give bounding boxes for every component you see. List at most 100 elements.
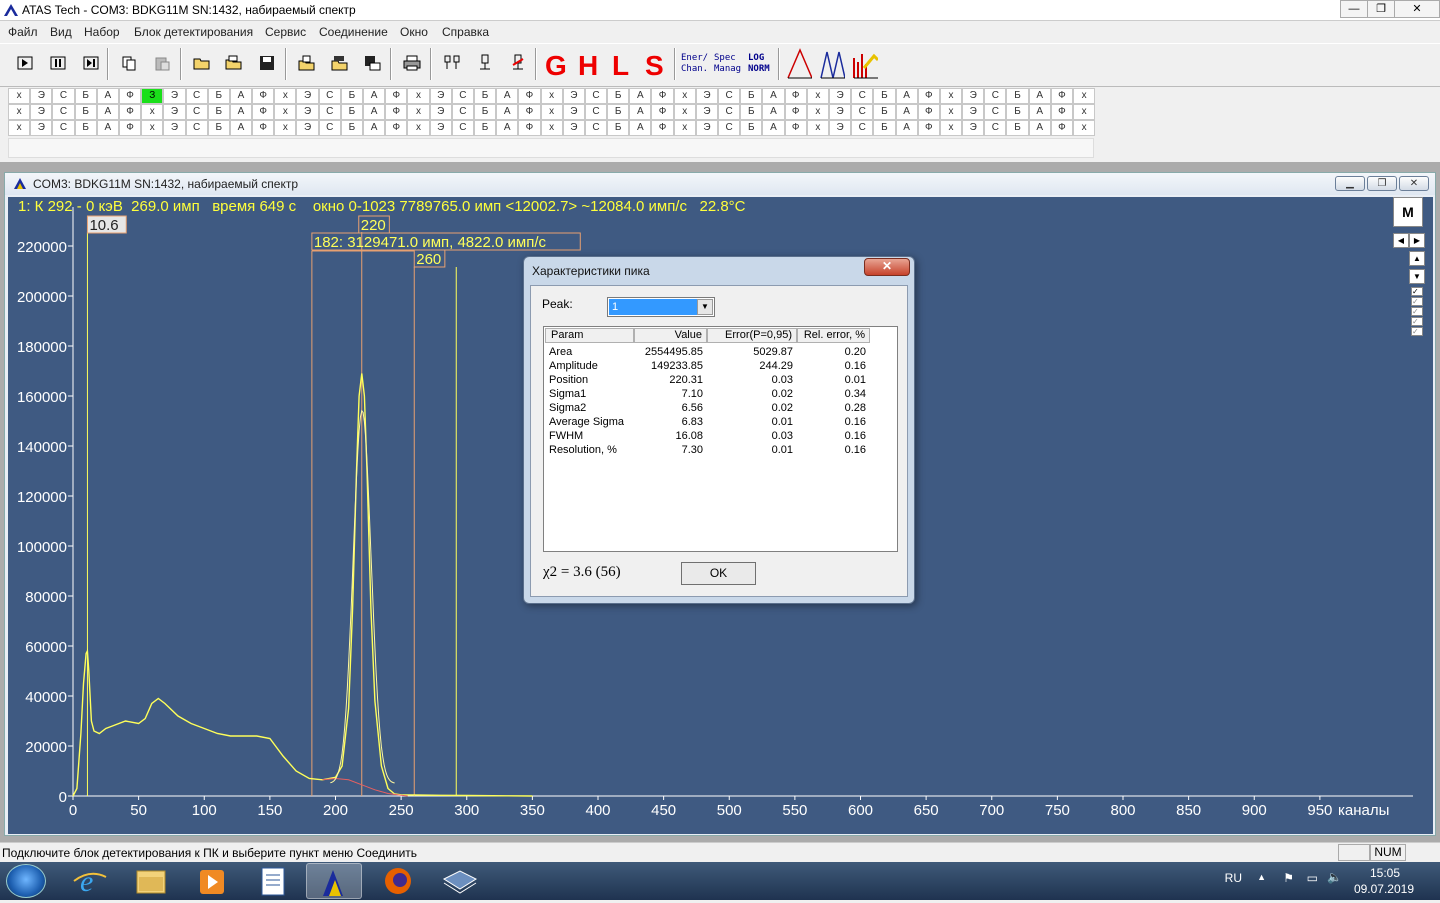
- scroll-up-icon[interactable]: ▲: [1409, 251, 1425, 266]
- grid-cell[interactable]: С: [451, 120, 474, 136]
- scroll-right-icon[interactable]: ▶: [1409, 233, 1425, 248]
- grid-cell[interactable]: Э: [296, 88, 319, 104]
- grid-cell[interactable]: А: [895, 88, 918, 104]
- ener-chan-button[interactable]: Ener/Chan.: [681, 53, 708, 75]
- chevron-down-icon[interactable]: ▼: [697, 299, 713, 315]
- grid-cell[interactable]: Ф: [1050, 104, 1073, 120]
- grid-cell[interactable]: Ф: [784, 88, 807, 104]
- grid-cell[interactable]: Э: [429, 104, 452, 120]
- grid-cell[interactable]: Э: [828, 120, 852, 136]
- detector-icon[interactable]: [474, 52, 496, 74]
- pause-icon[interactable]: [47, 52, 69, 74]
- g-button[interactable]: G: [545, 50, 567, 82]
- grid-cell[interactable]: Э: [429, 88, 452, 104]
- app-icon-extra[interactable]: [432, 863, 488, 899]
- grid-cell[interactable]: С: [718, 88, 741, 104]
- grid-cell[interactable]: Б: [607, 88, 630, 104]
- grid-cell[interactable]: Э: [695, 88, 718, 104]
- grid-cell[interactable]: Ф: [917, 104, 940, 120]
- grid-cell[interactable]: Б: [873, 88, 896, 104]
- child-close-button[interactable]: ✕: [1399, 176, 1429, 191]
- grid-cell[interactable]: Э: [828, 88, 852, 104]
- grid-cell[interactable]: С: [984, 88, 1007, 104]
- grid-cell[interactable]: х: [1073, 88, 1096, 104]
- grid-cell[interactable]: С: [584, 104, 608, 120]
- grid-cell[interactable]: Э: [163, 88, 186, 104]
- grid-cell[interactable]: С: [851, 88, 874, 104]
- grid-cell[interactable]: Ф: [518, 88, 541, 104]
- atas-app-icon[interactable]: [306, 863, 362, 899]
- grid-cell[interactable]: А: [496, 120, 519, 136]
- child-restore-button[interactable]: ❐: [1367, 176, 1397, 191]
- grid-cell[interactable]: Б: [740, 88, 763, 104]
- grid-cell[interactable]: А: [229, 120, 253, 136]
- grid-cell[interactable]: А: [229, 104, 253, 120]
- grid-cell[interactable]: Э: [962, 104, 985, 120]
- grid-cell[interactable]: Э: [429, 120, 452, 136]
- grid-cell[interactable]: х: [806, 120, 829, 136]
- open-folder-icon[interactable]: [191, 52, 213, 74]
- grid-cell[interactable]: Б: [873, 104, 896, 120]
- grid-cell[interactable]: А: [895, 120, 918, 136]
- grid-cell[interactable]: С: [451, 88, 474, 104]
- scroll-left-icon[interactable]: ◀: [1393, 233, 1409, 248]
- show-hidden-icons-icon[interactable]: ▲: [1257, 872, 1266, 882]
- grid-cell[interactable]: С: [451, 104, 474, 120]
- grid-cell[interactable]: С: [718, 120, 741, 136]
- media-player-icon[interactable]: [184, 863, 240, 899]
- grid-cell[interactable]: х: [141, 120, 164, 136]
- menu-acquire[interactable]: Набор: [84, 25, 120, 39]
- grid-cell[interactable]: Э: [695, 120, 718, 136]
- spec-manag-button[interactable]: Spec Manag: [714, 53, 741, 75]
- ok-button[interactable]: OK: [681, 562, 756, 585]
- grid-cell[interactable]: С: [584, 120, 608, 136]
- print-icon[interactable]: [401, 52, 423, 74]
- step-icon[interactable]: [80, 52, 102, 74]
- grid-cell[interactable]: Ф: [385, 104, 408, 120]
- detector-disconnect-icon[interactable]: [507, 52, 529, 74]
- grid-cell[interactable]: Ф: [252, 88, 275, 104]
- s-button[interactable]: S: [645, 50, 664, 82]
- import2-icon[interactable]: [329, 52, 351, 74]
- grid-cell[interactable]: Ф: [651, 120, 674, 136]
- h-button[interactable]: H: [578, 50, 598, 82]
- grid-cell[interactable]: Б: [340, 88, 363, 104]
- grid-cell[interactable]: Э: [562, 104, 585, 120]
- multi-peak-icon[interactable]: [818, 48, 846, 80]
- col-param[interactable]: Param: [545, 328, 634, 343]
- grid-cell[interactable]: А: [895, 104, 918, 120]
- grid-cell[interactable]: А: [629, 88, 652, 104]
- export-icon[interactable]: [362, 52, 384, 74]
- start-button[interactable]: [6, 864, 46, 898]
- grid-cell[interactable]: Б: [74, 88, 97, 104]
- grid-cell[interactable]: Ф: [1050, 88, 1073, 104]
- grid-cell[interactable]: Ф: [252, 104, 275, 120]
- grid-cell[interactable]: Э: [562, 120, 585, 136]
- grid-cell[interactable]: х: [274, 88, 297, 104]
- peak-select[interactable]: 1 ▼: [607, 297, 715, 317]
- grid-cell[interactable]: Б: [207, 104, 230, 120]
- check-icon[interactable]: ✓: [1411, 327, 1423, 336]
- grid-cell[interactable]: А: [762, 88, 785, 104]
- grid-cell[interactable]: Ф: [252, 120, 275, 136]
- minimize-button[interactable]: —: [1340, 0, 1368, 18]
- volume-icon[interactable]: 🔈: [1327, 870, 1342, 884]
- grid-cell[interactable]: х: [141, 104, 164, 120]
- grid-cell[interactable]: А: [96, 120, 119, 136]
- save-icon[interactable]: [256, 52, 278, 74]
- grid-cell[interactable]: Б: [1006, 104, 1029, 120]
- grid-cell[interactable]: Б: [340, 104, 363, 120]
- grid-cell[interactable]: А: [363, 120, 386, 136]
- open-multiple-icon[interactable]: [223, 52, 245, 74]
- grid-cell[interactable]: Э: [695, 104, 718, 120]
- grid-cell[interactable]: Б: [873, 120, 896, 136]
- grid-cell[interactable]: Ф: [385, 88, 408, 104]
- ie-icon[interactable]: e: [62, 863, 118, 899]
- grid-cell[interactable]: Ф: [1050, 120, 1073, 136]
- grid-cell[interactable]: Э: [962, 120, 985, 136]
- log-norm-button[interactable]: LOG NORM: [748, 53, 770, 75]
- menu-detector[interactable]: Блок детектирования: [134, 25, 253, 39]
- grid-cell[interactable]: С: [318, 104, 341, 120]
- grid-cell[interactable]: Ф: [518, 120, 541, 136]
- clock-time[interactable]: 15:05: [1370, 866, 1400, 880]
